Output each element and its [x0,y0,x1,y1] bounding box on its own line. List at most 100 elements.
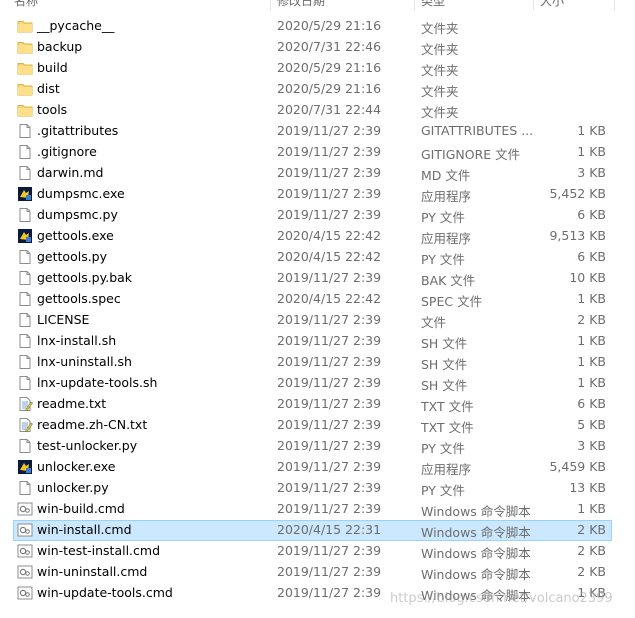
file-row[interactable]: win-install.cmd 2020/4/15 22:31 Windows 命令… [0,520,635,541]
file-row[interactable]: darwin.md 2019/11/27 2:39 MD 文件 3 KB [0,163,635,184]
file-type: Windows 命令脚本 [421,525,531,540]
file-row[interactable]: unlocker.py 2019/11/27 2:39 PY 文件 13 KB [0,478,635,499]
file-icon [17,291,33,307]
file-name: test-unlocker.py [37,438,138,453]
file-row[interactable]: __pycache__ 2020/5/29 21:16 文件夹 [0,16,635,37]
file-size: 2 KB [577,312,606,327]
file-type: 文件 [421,315,447,330]
file-row[interactable]: build 2020/5/29 21:16 文件夹 [0,58,635,79]
file-icon [17,333,33,349]
file-name: unlocker.exe [37,459,116,474]
file-row[interactable]: gettools.exe 2020/4/15 22:42 应用程序 9,513 KB [0,226,635,247]
column-header-name[interactable]: 名称 [14,0,38,9]
file-row[interactable]: LICENSE 2019/11/27 2:39 文件 2 KB [0,310,635,331]
file-type: PY 文件 [421,252,465,267]
file-row[interactable]: test-unlocker.py 2019/11/27 2:39 PY 文件 3 KB [0,436,635,457]
file-size: 6 KB [577,249,606,264]
file-row[interactable]: tools 2020/7/31 22:44 文件夹 [0,100,635,121]
file-type: GITATTRIBUTES ... [421,123,534,138]
file-name: unlocker.py [37,480,109,495]
file-size: 9,513 KB [549,228,606,243]
file-date: 2019/11/27 2:39 [277,165,382,180]
column-header-date[interactable]: 修改日期 [277,0,325,9]
file-date: 2020/5/29 21:16 [277,81,382,96]
file-row[interactable]: win-test-install.cmd 2019/11/27 2:39 Windo… [0,541,635,562]
cmd-icon [17,543,33,559]
file-name: readme.txt [37,396,107,411]
file-name: gettools.exe [37,228,114,243]
cmd-icon [17,585,33,601]
file-row[interactable]: win-build.cmd 2019/11/27 2:39 Windows 命令脚本… [0,499,635,520]
file-size: 10 KB [569,270,606,285]
file-icon [17,165,33,181]
cmd-icon [17,522,33,538]
file-type: SH 文件 [421,357,468,372]
file-name: readme.zh-CN.txt [37,417,148,432]
file-row[interactable]: dumpsmc.exe 2019/11/27 2:39 应用程序 5,452 KB [0,184,635,205]
file-date: 2020/5/29 21:16 [277,18,382,33]
file-name: LICENSE [37,312,90,327]
file-type: 文件夹 [421,84,459,99]
file-type: PY 文件 [421,210,465,225]
exe-icon [17,459,33,475]
file-date: 2019/11/27 2:39 [277,312,382,327]
column-divider[interactable] [614,0,615,10]
file-size: 1 KB [577,123,606,138]
column-divider[interactable] [533,0,534,10]
file-type: Windows 命令脚本 [421,504,531,519]
file-date: 2019/11/27 2:39 [277,480,382,495]
file-row[interactable]: gettools.spec 2020/4/15 22:42 SPEC 文件 1 KB [0,289,635,310]
file-name: dumpsmc.exe [37,186,125,201]
file-name: lnx-install.sh [37,333,117,348]
file-type: 文件夹 [421,21,459,36]
file-icon [17,354,33,370]
file-size: 2 KB [577,543,606,558]
file-size: 13 KB [569,480,606,495]
file-name: .gitignore [37,144,97,159]
file-icon [17,480,33,496]
file-row[interactable]: unlocker.exe 2019/11/27 2:39 应用程序 5,459 KB [0,457,635,478]
file-row[interactable]: dist 2020/5/29 21:16 文件夹 [0,79,635,100]
file-icon [17,438,33,454]
file-type: 文件夹 [421,42,459,57]
exe-icon [17,228,33,244]
file-name: win-build.cmd [37,501,125,516]
file-row[interactable]: lnx-uninstall.sh 2019/11/27 2:39 SH 文件 1 KB [0,352,635,373]
file-row[interactable]: .gitignore 2019/11/27 2:39 GITIGNORE 文件 1 K… [0,142,635,163]
file-type: 应用程序 [421,462,472,477]
file-size: 2 KB [577,564,606,579]
file-row[interactable]: gettools.py.bak 2019/11/27 2:39 BAK 文件 10 K… [0,268,635,289]
file-row[interactable]: lnx-install.sh 2019/11/27 2:39 SH 文件 1 KB [0,331,635,352]
file-row[interactable]: gettools.py 2020/4/15 22:42 PY 文件 6 KB [0,247,635,268]
file-date: 2020/4/15 22:42 [277,228,382,243]
column-divider[interactable] [270,0,271,10]
file-name: dumpsmc.py [37,207,118,222]
file-row[interactable]: .gitattributes 2019/11/27 2:39 GITATTRIBUT… [0,121,635,142]
file-row[interactable]: backup 2020/7/31 22:46 文件夹 [0,37,635,58]
file-icon [17,375,33,391]
file-row[interactable]: lnx-update-tools.sh 2019/11/27 2:39 SH 文件 1… [0,373,635,394]
file-icon [17,144,33,160]
file-icon [17,249,33,265]
file-name: lnx-update-tools.sh [37,375,158,390]
file-size: 3 KB [577,438,606,453]
file-row[interactable]: dumpsmc.py 2019/11/27 2:39 PY 文件 6 KB [0,205,635,226]
file-type: TXT 文件 [421,399,474,414]
file-row[interactable]: readme.zh-CN.txt 2019/11/27 2:39 TXT 文件 5 K… [0,415,635,436]
column-divider[interactable] [414,0,415,10]
file-size: 6 KB [577,207,606,222]
file-type: MD 文件 [421,168,471,183]
file-row[interactable]: readme.txt 2019/11/27 2:39 TXT 文件 6 KB [0,394,635,415]
file-date: 2019/11/27 2:39 [277,123,382,138]
file-type: TXT 文件 [421,420,474,435]
file-date: 2019/11/27 2:39 [277,417,382,432]
file-row[interactable]: win-uninstall.cmd 2019/11/27 2:39 Windows … [0,562,635,583]
file-name: build [37,60,68,75]
file-size: 1 KB [577,333,606,348]
column-header-type[interactable]: 类型 [421,0,445,9]
file-size: 5,459 KB [549,459,606,474]
file-name: win-install.cmd [37,522,132,537]
file-date: 2019/11/27 2:39 [277,186,382,201]
file-type: BAK 文件 [421,273,476,288]
column-header-size[interactable]: 大小 [540,0,564,9]
